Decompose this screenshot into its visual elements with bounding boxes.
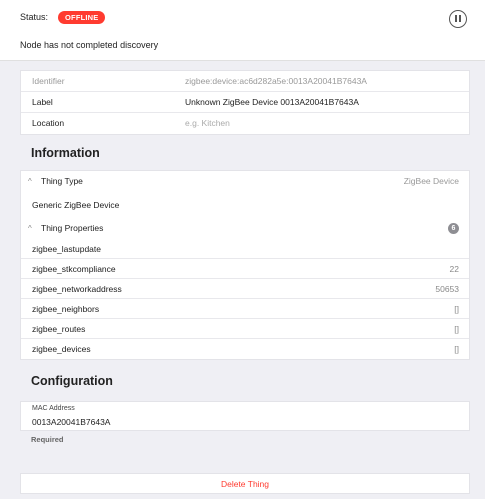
- property-row: zigbee_networkaddress 50653: [21, 279, 469, 299]
- thing-type-value: ZigBee Device: [403, 176, 459, 186]
- label-row[interactable]: Label Unknown ZigBee Device 0013A20041B7…: [21, 92, 469, 113]
- delete-thing-button[interactable]: Delete Thing: [20, 473, 470, 494]
- configuration-title: Configuration: [31, 374, 113, 388]
- pause-icon[interactable]: [449, 10, 467, 28]
- thing-type-label: Thing Type: [41, 176, 83, 186]
- chevron-up-icon: ^: [28, 224, 32, 233]
- thing-type-header[interactable]: ^ Thing Type ZigBee Device: [21, 171, 469, 192]
- property-value: []: [454, 344, 459, 354]
- status-message: Node has not completed discovery: [20, 40, 159, 50]
- configuration-card: MAC Address 0013A20041B7643A: [20, 401, 470, 431]
- chevron-up-icon: ^: [28, 177, 32, 186]
- identifier-label: Identifier: [32, 76, 65, 86]
- property-row: zigbee_lastupdate: [21, 239, 469, 259]
- location-label: Location: [32, 118, 65, 128]
- status-label: Status:: [20, 12, 49, 22]
- thing-type-name-row: Generic ZigBee Device: [21, 192, 469, 218]
- property-value: []: [454, 324, 459, 334]
- label-label: Label: [32, 97, 53, 107]
- property-row: zigbee_routes []: [21, 319, 469, 339]
- property-key: zigbee_devices: [32, 344, 91, 354]
- property-key: zigbee_lastupdate: [32, 244, 102, 254]
- property-value: 22: [449, 264, 459, 274]
- status-badge: OFFLINE: [58, 11, 106, 24]
- thing-properties-label: Thing Properties: [41, 223, 104, 233]
- property-key: zigbee_routes: [32, 324, 86, 334]
- label-field[interactable]: Unknown ZigBee Device 0013A20041B7643A: [185, 92, 359, 113]
- information-title: Information: [31, 146, 100, 160]
- mac-address-label: MAC Address: [32, 405, 75, 412]
- mac-address-field[interactable]: 0013A20041B7643A: [32, 417, 110, 427]
- properties-count-badge: 6: [448, 223, 459, 234]
- identifier-value: zigbee:device:ac6d282a5e:0013A20041B7643…: [185, 76, 367, 86]
- information-card: ^ Thing Type ZigBee Device Generic ZigBe…: [20, 170, 470, 360]
- thing-details-card: Identifier zigbee:device:ac6d282a5e:0013…: [20, 70, 470, 135]
- status-bar: Status: OFFLINE Node has not completed d…: [0, 0, 485, 61]
- property-key: zigbee_stkcompliance: [32, 264, 116, 274]
- thing-type-name: Generic ZigBee Device: [32, 200, 120, 210]
- identifier-row: Identifier zigbee:device:ac6d282a5e:0013…: [21, 71, 469, 92]
- property-key: zigbee_neighbors: [32, 304, 100, 314]
- location-field[interactable]: e.g. Kitchen: [185, 113, 230, 134]
- location-row[interactable]: Location e.g. Kitchen: [21, 113, 469, 134]
- property-value: []: [454, 304, 459, 314]
- property-row: zigbee_neighbors []: [21, 299, 469, 319]
- required-note: Required: [31, 435, 64, 444]
- thing-properties-header[interactable]: ^ Thing Properties 6: [21, 218, 469, 239]
- property-row: zigbee_devices []: [21, 339, 469, 359]
- property-row: zigbee_stkcompliance 22: [21, 259, 469, 279]
- property-key: zigbee_networkaddress: [32, 284, 122, 294]
- property-value: 50653: [435, 284, 459, 294]
